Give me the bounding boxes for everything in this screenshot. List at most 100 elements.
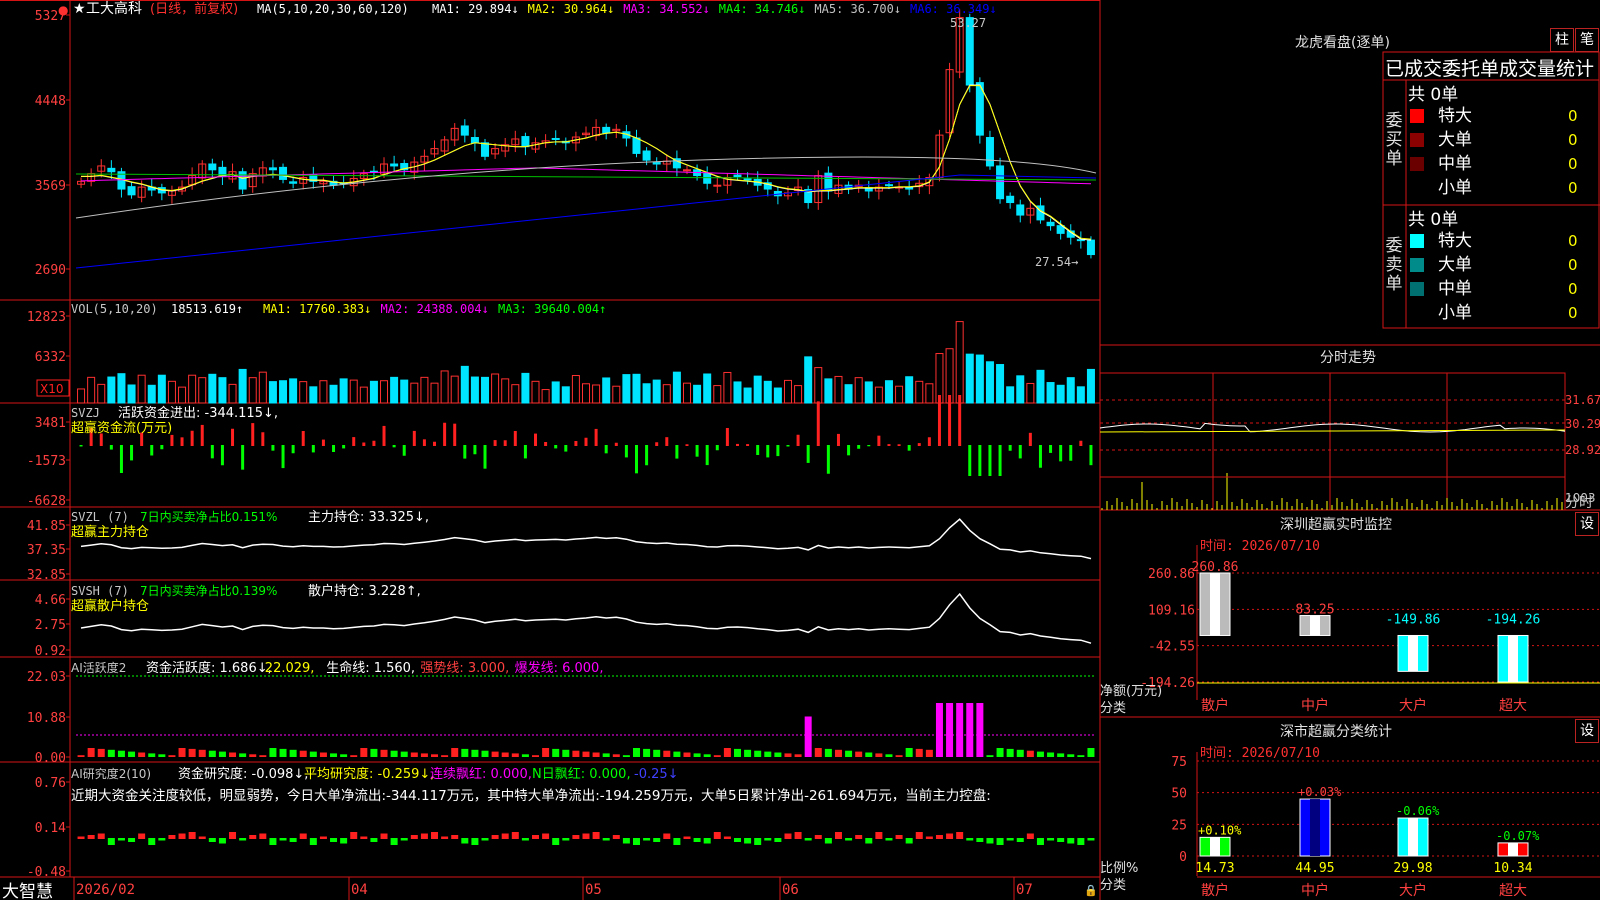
svzj-bar-71 — [796, 434, 800, 446]
ai-active-bar-43 — [511, 753, 519, 757]
svzj-bar-3 — [109, 445, 113, 450]
bar2-ytick-1: 50 — [1171, 787, 1187, 802]
bar-mode-button[interactable]: 柱 — [1550, 28, 1574, 52]
ai-research-bar-12 — [198, 836, 206, 839]
ai-research-bar-76 — [845, 838, 853, 841]
ai-research-bar-69 — [774, 838, 782, 842]
svzj-bar-11 — [190, 430, 194, 446]
ai-research-bar-43 — [511, 832, 519, 839]
ai-active-bar-29 — [370, 748, 378, 757]
bar2-cat-0: 散户 — [1201, 882, 1229, 899]
svzj-bar-33 — [412, 430, 416, 446]
vol-bar-0 — [77, 388, 86, 404]
sell-swatch-1 — [1410, 258, 1424, 272]
svzj-bar-89 — [978, 445, 982, 476]
vol-bar-18 — [258, 371, 267, 404]
vol-bar-73 — [814, 367, 823, 404]
vol-bar-60 — [682, 382, 691, 404]
vol-bar-44 — [521, 372, 530, 404]
stock-name[interactable]: 工大高科 — [86, 0, 142, 17]
ai-active-bar-33 — [410, 752, 418, 757]
sz-monitor-settings-button[interactable]: 设 — [1575, 512, 1599, 536]
sell-value-2: 0 — [1568, 280, 1578, 298]
candle-body-56 — [642, 150, 651, 161]
sz-class-settings-button[interactable]: 设 — [1575, 719, 1599, 743]
svzj-bar-81 — [897, 444, 901, 446]
ai-research-bar-37 — [451, 835, 459, 839]
ai-active-bar-99 — [1077, 755, 1085, 757]
svzj-ytick-1: -1573 — [27, 454, 66, 469]
aiact-ytick-0: 22.03 — [27, 670, 66, 685]
buy-swatch-2 — [1410, 157, 1424, 171]
vol-bar-87 — [955, 321, 964, 404]
svzj-bar-37 — [453, 423, 457, 446]
ai-research-bar-61 — [693, 838, 701, 842]
tick-mode-button[interactable]: 笔 — [1575, 28, 1599, 52]
ai-active-bar-61 — [693, 753, 701, 757]
svzj-bar-21 — [291, 445, 295, 454]
candle-body-3 — [107, 167, 116, 173]
candle-body-47 — [551, 137, 560, 140]
ai-research-bar-29 — [370, 838, 378, 842]
candle-body-31 — [390, 163, 399, 167]
ai-research-bar-21 — [289, 838, 297, 842]
ai-research-label: AI研究度2(10) — [71, 766, 151, 781]
vol-ytick-0: 12823 — [27, 310, 66, 325]
ai-active-bar-19 — [269, 748, 277, 757]
ai-research-bar-46 — [542, 833, 550, 839]
vol-bar-6 — [137, 374, 146, 404]
buy-row-0: 特大00% — [1408, 104, 1598, 128]
ai-comment: 近期大资金关注度较低，明显弱势，今日大单净流出:-344.117万元，其中特大单… — [71, 787, 991, 804]
vol-bar-13 — [208, 373, 217, 404]
vol-bar-99 — [1076, 386, 1085, 404]
vol-bar-42 — [501, 378, 510, 404]
svzj-bar-13 — [210, 445, 214, 459]
sell-total: 共 0单 — [1408, 210, 1459, 230]
svzj-bar-88 — [968, 445, 972, 476]
ai-active-bar-88 — [966, 703, 974, 757]
ai-research-bar-33 — [410, 835, 418, 839]
bar1-label-1: 83.25 — [1295, 603, 1334, 618]
ai-active-bar-5 — [128, 751, 136, 757]
vol-ytick-1: 6332 — [35, 350, 66, 365]
ai-active-bar-98 — [1067, 754, 1075, 757]
vol-bar-84 — [925, 383, 934, 404]
aiact-ytick-2: 0.00 — [35, 751, 66, 766]
svzj-bar-61 — [695, 445, 699, 457]
vol-bar-8 — [157, 374, 166, 404]
svzj-bar-28 — [362, 442, 366, 446]
vol-bar-62 — [703, 373, 712, 404]
ai-research-bar-59 — [673, 838, 681, 845]
candle-body-57 — [652, 162, 661, 165]
kline-chart-area[interactable]: 53274448356926901282363323481-1573-66284… — [0, 0, 1600, 900]
vol-bar-81 — [895, 385, 904, 404]
ma-value-3: MA4: 34.746↓ — [719, 2, 806, 16]
ai-active-bar-10 — [178, 748, 186, 757]
ai-research-bar-66 — [744, 838, 752, 844]
ai-active-bar-55 — [632, 748, 640, 757]
sell-name-0: 特大 — [1438, 231, 1472, 251]
ai-active-bar-1 — [87, 748, 95, 757]
vol-unit: X10 — [40, 382, 64, 396]
vol-bar-96 — [1046, 382, 1055, 404]
svzj-bar-94 — [1028, 432, 1032, 446]
ai-active-bar-70 — [784, 753, 792, 757]
svzj-bar-43 — [513, 431, 517, 446]
lock-icon[interactable]: 🔒 — [1084, 884, 1098, 897]
svzj-bar-53 — [614, 442, 618, 446]
vol-bar-67 — [753, 375, 762, 404]
ai-research-bar-89 — [976, 838, 984, 842]
vol-label: VOL(5,10,20) — [71, 302, 158, 316]
ai-research-values: 资金研究度: -0.098↓,平均研究度: -0.259↓,连续飘红: 0.00… — [178, 766, 679, 782]
vol-bar-98 — [1066, 377, 1075, 404]
sell-side-label: 委卖单 — [1385, 236, 1403, 294]
ai-research-bar-81 — [895, 835, 903, 839]
ai-active-bar-41 — [491, 751, 499, 757]
vol-ma-0: MA1: 17760.383↓ — [263, 302, 371, 316]
ai-active-bar-39 — [471, 749, 479, 757]
candle-body-96 — [1046, 221, 1055, 227]
bar2-change-2: -0.06% — [1396, 804, 1440, 818]
vol-bar-88 — [965, 353, 974, 404]
ai-research-bar-95 — [1036, 838, 1044, 845]
ai-research-bar-31 — [390, 838, 398, 845]
